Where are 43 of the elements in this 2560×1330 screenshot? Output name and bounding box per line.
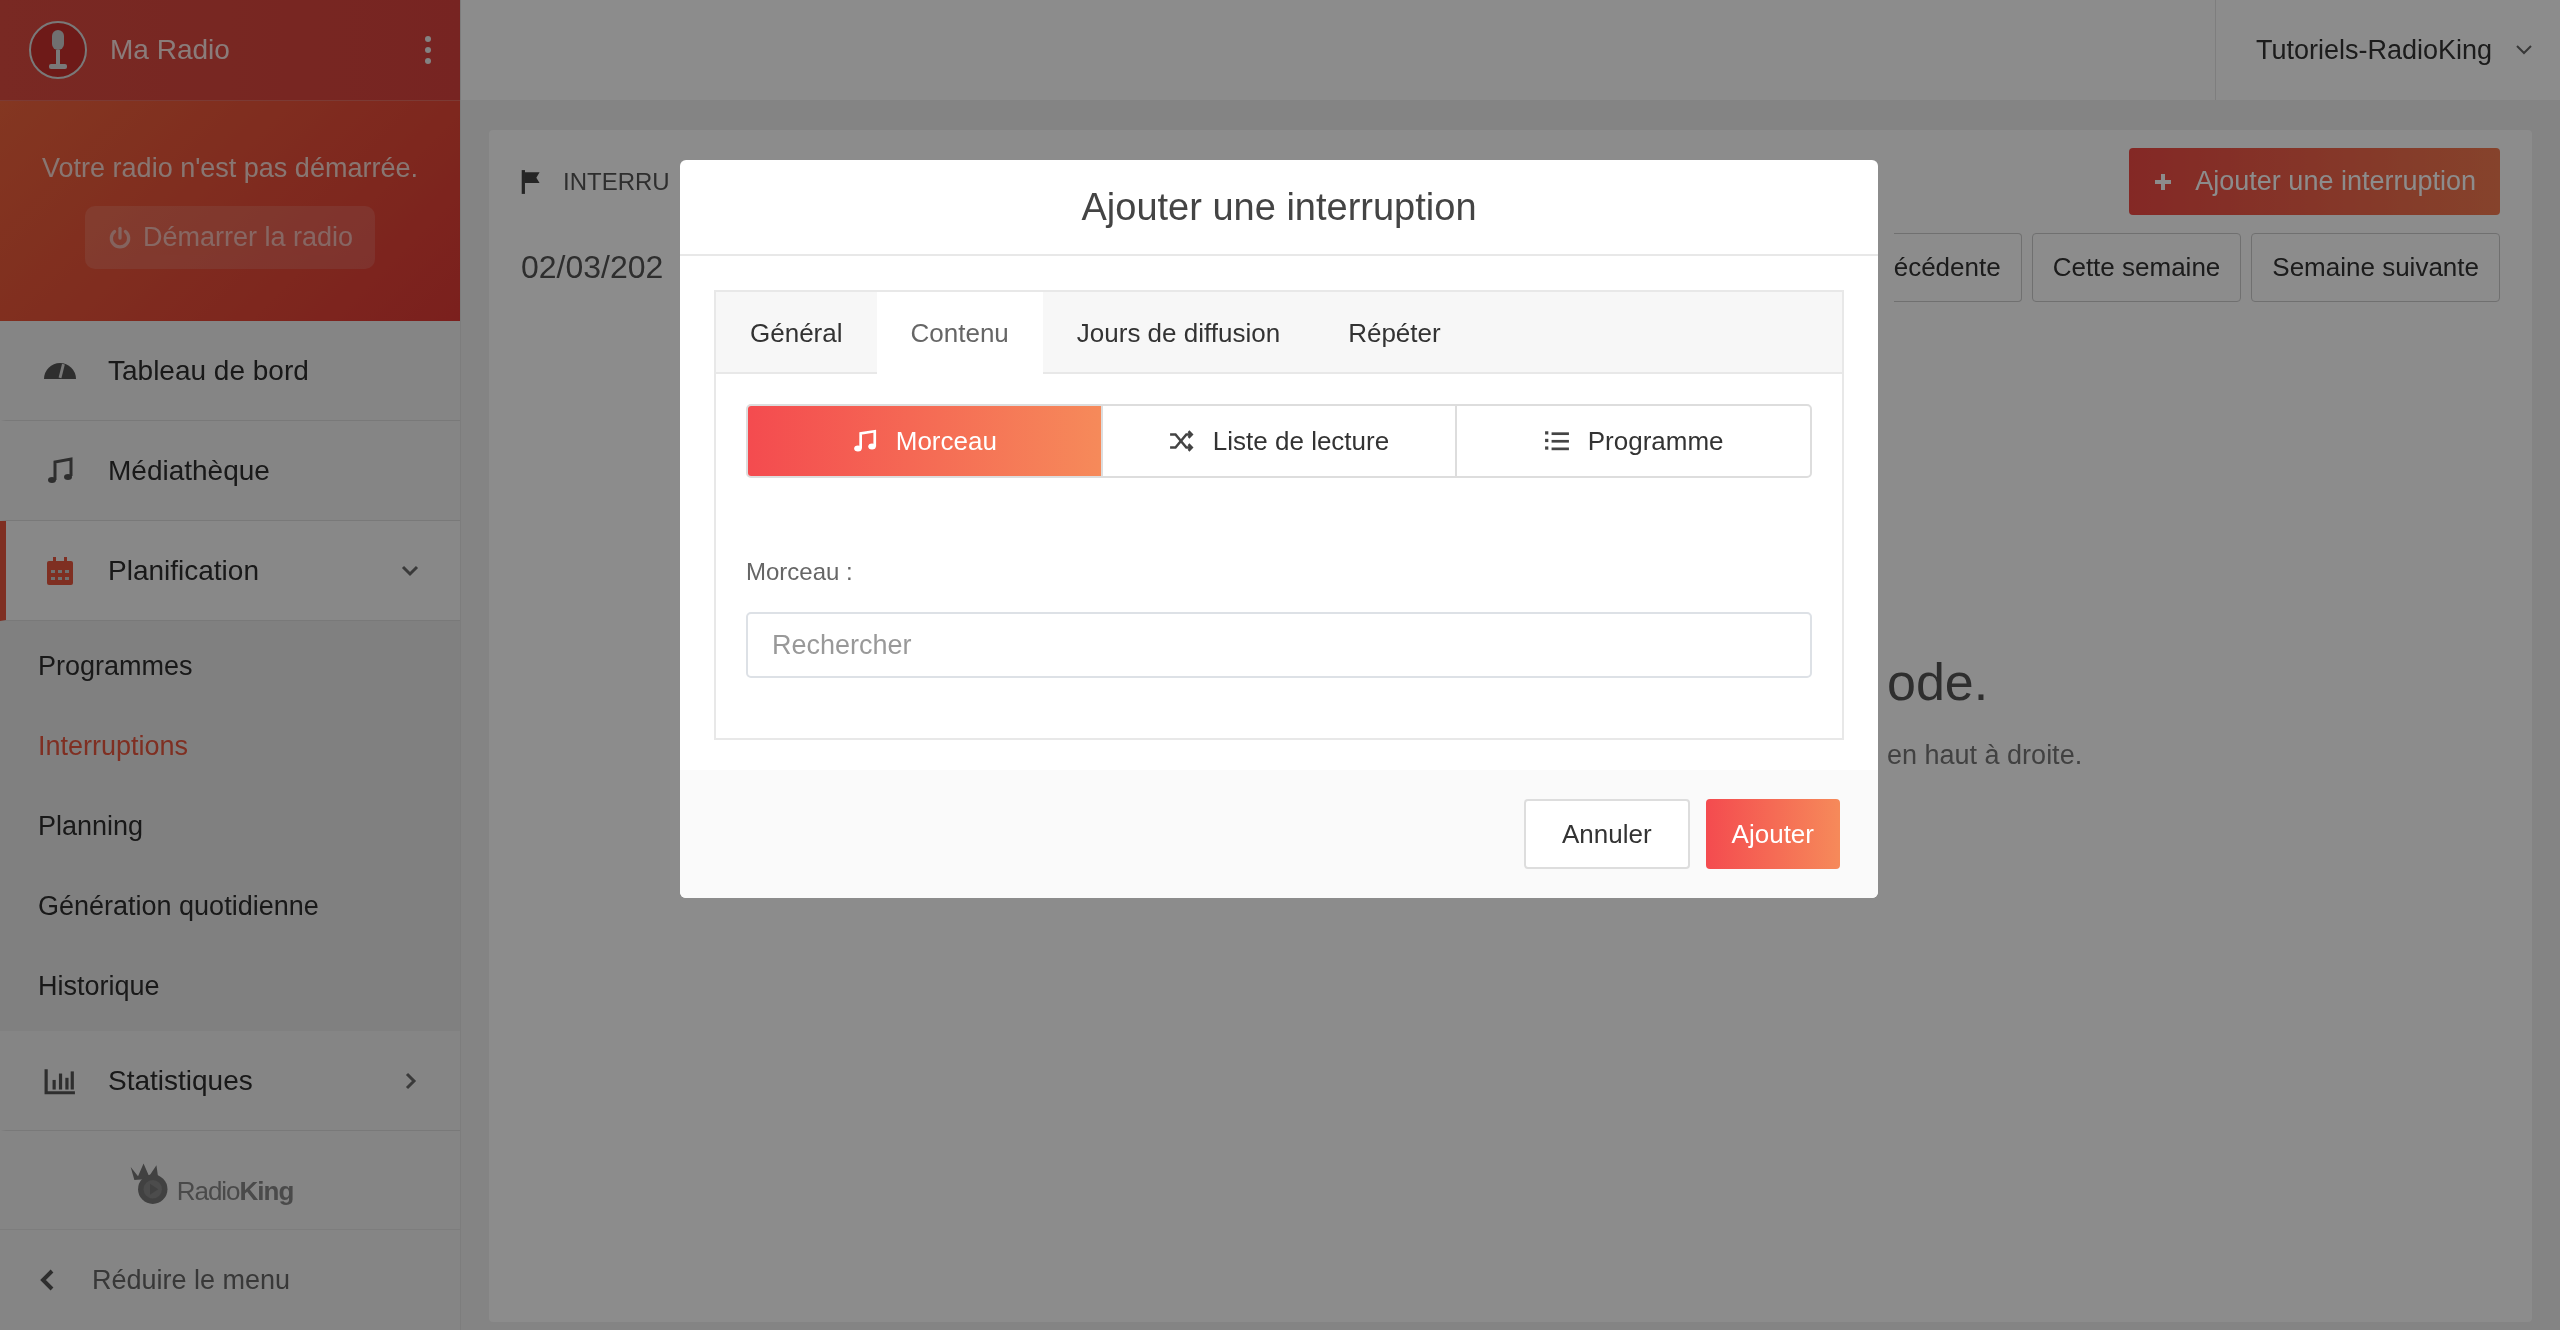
music-note-icon — [851, 428, 878, 454]
add-button[interactable]: Ajouter — [1705, 799, 1840, 869]
menu-item-label: Planification — [108, 554, 260, 587]
submenu-item[interactable]: Programmes — [0, 626, 460, 706]
dialog-title: Ajouter une interruption — [1081, 185, 1477, 229]
week-button[interactable]: écédente — [1893, 233, 2022, 302]
cancel-button[interactable]: Annuler — [1524, 799, 1690, 869]
microphone-avatar-icon — [28, 20, 88, 80]
submenu-item[interactable]: Historique — [0, 946, 460, 1026]
week-button[interactable]: Cette semaine — [2031, 233, 2242, 302]
shuffle-icon — [1168, 428, 1195, 454]
account-dropdown[interactable]: Tutoriels-RadioKing — [2214, 0, 2560, 100]
content-type-option[interactable]: Liste de lecture — [1100, 406, 1456, 476]
empty-state-hint: en haut à droite. — [1887, 740, 2083, 771]
menu-item-label: Médiathèque — [108, 454, 271, 487]
menu-item-label: Tableau de bord — [108, 354, 310, 387]
radio-status-message: Votre radio n'est pas démarrée. — [42, 153, 418, 184]
empty-state-title: ode. — [1887, 652, 1989, 712]
plus-icon — [2153, 171, 2174, 192]
menu-item-label: Statistiques — [108, 1064, 254, 1097]
search-field[interactable]: Rechercher — [746, 612, 1812, 678]
content-type-option[interactable]: Programme — [1455, 406, 1810, 476]
radioking-logo-text: RadioKing — [176, 1174, 294, 1207]
menu-item[interactable]: Tableau de bord — [0, 321, 460, 421]
section-title: INTERRU — [563, 167, 670, 196]
menu-item[interactable]: Planification — [0, 521, 460, 621]
content-type-option[interactable]: Morceau — [748, 406, 1101, 476]
tab[interactable]: Contenu — [876, 292, 1043, 374]
tab[interactable]: Jours de diffusion — [1042, 292, 1315, 374]
tab[interactable]: Répéter — [1314, 292, 1475, 374]
date-range: 02/03/202 — [521, 249, 664, 286]
more-menu-icon[interactable] — [424, 35, 432, 65]
gauge-icon — [44, 362, 76, 379]
week-button[interactable]: Semaine suivante — [2251, 233, 2500, 302]
station-name: Ma Radio — [110, 34, 231, 66]
add-interruption-button[interactable]: Ajouter une interruption — [2129, 148, 2500, 215]
chevron-left-icon — [38, 1268, 56, 1292]
submenu-item[interactable]: Génération quotidienne — [0, 866, 460, 946]
calendar-icon — [44, 555, 76, 586]
field-label: Morceau : — [746, 558, 854, 586]
submenu-item[interactable]: Planning — [0, 786, 460, 866]
tab[interactable]: Général — [716, 292, 877, 374]
menu-item[interactable]: Statistiques — [0, 1031, 460, 1131]
